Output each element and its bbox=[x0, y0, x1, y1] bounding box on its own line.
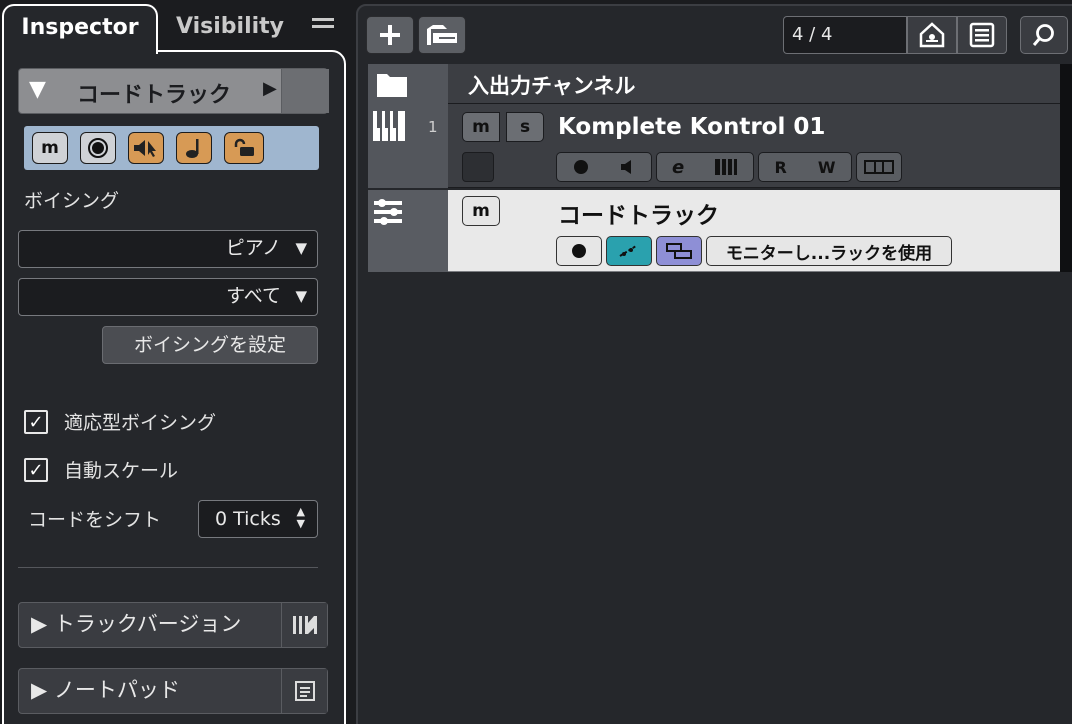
record-icon[interactable] bbox=[572, 158, 590, 176]
track-scrollbar[interactable] bbox=[1060, 64, 1072, 272]
track-name[interactable]: コードトラック bbox=[558, 196, 719, 230]
track-header-chord[interactable]: ▼ コードトラック ▶ bbox=[18, 68, 329, 114]
add-track-button[interactable] bbox=[366, 16, 414, 54]
auto-scale-checkbox[interactable]: ✓ bbox=[24, 458, 48, 482]
acoustic-feedback-button[interactable] bbox=[128, 132, 164, 164]
acoustic-feedback-icon bbox=[619, 245, 637, 257]
monitor-track-dropdown[interactable]: モニターし...ラックを使用 bbox=[706, 236, 952, 266]
notepad-icon[interactable] bbox=[281, 669, 327, 713]
lanes-button[interactable] bbox=[856, 152, 902, 182]
chevron-down-icon: ▼ bbox=[295, 287, 307, 305]
shift-chords-field[interactable]: 0 Ticks ▲ ▼ bbox=[198, 500, 318, 538]
folder-add-icon bbox=[427, 25, 457, 45]
tab-visibility[interactable]: Visibility bbox=[160, 6, 300, 48]
speaker-cursor-icon bbox=[134, 140, 156, 157]
voicing-type-dropdown[interactable]: ピアノ ▼ bbox=[18, 230, 318, 268]
home-button[interactable] bbox=[907, 16, 957, 54]
set-voicing-button[interactable]: ボイシングを設定 bbox=[102, 326, 318, 364]
tab-inspector[interactable]: Inspector bbox=[2, 4, 158, 54]
lock-button[interactable] bbox=[224, 132, 264, 164]
voicing-label: ボイシング bbox=[24, 190, 120, 212]
mute-label: m bbox=[472, 201, 490, 221]
write-automation-button[interactable]: W bbox=[818, 158, 836, 177]
shift-chords-value: 0 Ticks bbox=[215, 508, 281, 530]
spinner-arrows-icon[interactable]: ▲ ▼ bbox=[297, 506, 305, 530]
voicing-scope-value: すべて bbox=[226, 285, 281, 307]
mute-button[interactable]: m bbox=[32, 132, 68, 164]
plus-icon bbox=[380, 25, 400, 45]
mute-button-label: m bbox=[41, 138, 59, 158]
note-icon bbox=[186, 139, 199, 158]
mute-button[interactable]: m bbox=[462, 196, 500, 226]
record-button[interactable] bbox=[556, 236, 602, 266]
adaptive-voicing-checkbox[interactable]: ✓ bbox=[24, 410, 48, 434]
divider bbox=[18, 567, 318, 568]
edit-instrument-button[interactable]: e bbox=[672, 157, 684, 178]
search-icon bbox=[1032, 24, 1054, 46]
speaker-icon[interactable] bbox=[619, 158, 637, 176]
chord-track-icon bbox=[372, 196, 404, 232]
folder-add-button[interactable] bbox=[418, 16, 466, 54]
track-versions-icon[interactable] bbox=[281, 603, 327, 647]
unlock-icon bbox=[234, 138, 254, 156]
app-window: Inspector Visibility ▼ コードトラック ▶ m ボイシング… bbox=[0, 0, 1072, 724]
mute-label: m bbox=[472, 117, 490, 137]
folder-icon[interactable] bbox=[376, 70, 408, 102]
collapse-triangle-icon[interactable]: ▼ bbox=[29, 77, 46, 102]
time-signature-field[interactable]: 4 / 4 bbox=[783, 16, 907, 54]
read-automation-button[interactable]: R bbox=[775, 158, 787, 177]
notepad-section[interactable]: ▶ ノートパッド bbox=[18, 668, 328, 714]
acoustic-feedback-button[interactable] bbox=[606, 236, 652, 266]
track-versions-label: ▶ トラックバージョン bbox=[31, 612, 242, 636]
record-icon bbox=[572, 244, 586, 258]
track-button-strip: m bbox=[24, 126, 319, 170]
voicing-scope-dropdown[interactable]: すべて ▼ bbox=[18, 278, 318, 316]
record-button[interactable] bbox=[80, 132, 116, 164]
list-icon bbox=[969, 22, 995, 48]
track-header-color-swatch[interactable] bbox=[281, 69, 329, 113]
follow-icon bbox=[666, 243, 692, 259]
piano-icon bbox=[372, 110, 406, 146]
shift-chords-label: コードをシフト bbox=[28, 509, 162, 531]
home-icon bbox=[919, 22, 945, 48]
mute-button[interactable]: m bbox=[462, 112, 500, 142]
track-number: 1 bbox=[428, 118, 438, 136]
record-icon bbox=[88, 138, 108, 158]
voicing-type-value: ピアノ bbox=[225, 237, 281, 259]
track-versions-section[interactable]: ▶ トラックバージョン bbox=[18, 602, 328, 648]
follow-button[interactable] bbox=[656, 236, 702, 266]
search-button[interactable] bbox=[1020, 16, 1068, 54]
track-color-swatch[interactable] bbox=[462, 152, 494, 182]
lanes-icon bbox=[864, 160, 894, 174]
track-name[interactable]: Komplete Kontrol 01 bbox=[558, 114, 825, 140]
list-button[interactable] bbox=[957, 16, 1007, 54]
chevron-down-icon: ▼ bbox=[295, 239, 307, 257]
notepad-label: ▶ ノートパッド bbox=[31, 678, 180, 702]
solo-label: s bbox=[519, 117, 531, 137]
track-name[interactable]: 入出力チャンネル bbox=[468, 70, 635, 100]
edit-group: e bbox=[656, 152, 754, 182]
auto-scale-label: 自動スケール bbox=[64, 460, 179, 482]
automation-group: R W bbox=[758, 152, 852, 182]
piano-icon[interactable] bbox=[714, 158, 738, 176]
hamburger-menu-icon[interactable] bbox=[312, 14, 334, 36]
record-monitor-group bbox=[556, 152, 652, 182]
chord-editor-button[interactable] bbox=[176, 132, 212, 164]
track-header-label: コードトラック bbox=[77, 83, 232, 108]
chevron-right-icon[interactable]: ▶ bbox=[263, 78, 277, 99]
solo-button[interactable]: s bbox=[506, 112, 544, 142]
adaptive-voicing-label: 適応型ボイシング bbox=[64, 412, 217, 434]
